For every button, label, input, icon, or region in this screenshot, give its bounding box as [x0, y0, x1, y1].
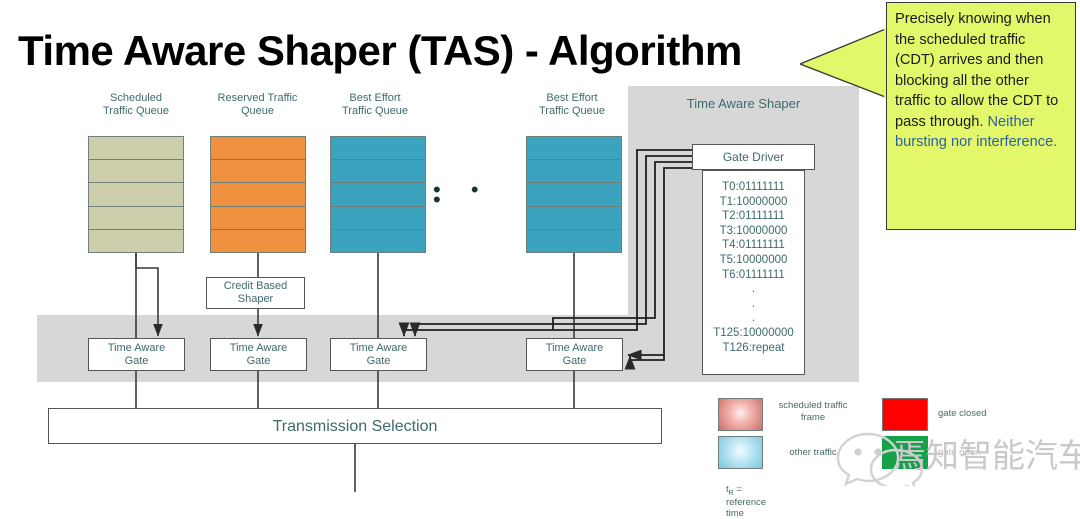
callout-box: Precisely knowing when the scheduled tra…	[886, 2, 1076, 230]
legend-label-scheduled-traffic: scheduled traffic frame	[778, 400, 848, 423]
queue-cell	[89, 183, 183, 207]
time-aware-gate-4[interactable]: Time Aware Gate	[526, 338, 623, 371]
watermark-text: 焉知智能汽车	[893, 436, 1080, 475]
gate-driver-box[interactable]: Gate Driver	[692, 144, 815, 170]
queue-cell	[89, 230, 183, 252]
gate-schedule-list: T0:01111111 T1:10000000 T2:01111111 T3:1…	[702, 170, 805, 375]
queue-cell	[211, 183, 305, 207]
time-aware-gate-1[interactable]: Time Aware Gate	[88, 338, 185, 371]
page-title: Time Aware Shaper (TAS) - Algorithm	[18, 27, 742, 74]
queue-cell	[89, 160, 183, 184]
legend-swatch-other-traffic	[718, 436, 763, 469]
time-aware-gate-3[interactable]: Time Aware Gate	[330, 338, 427, 371]
legend-swatch-scheduled-traffic	[718, 398, 763, 431]
time-aware-gate-2[interactable]: Time Aware Gate	[210, 338, 307, 371]
best-effort-traffic-queue-1[interactable]	[330, 136, 426, 253]
queue-cell	[89, 137, 183, 161]
queue-cell	[331, 207, 425, 230]
callout-tail	[800, 28, 900, 99]
slide-canvas: Time Aware Shaper (TAS) - Algorithm Sche…	[0, 0, 1080, 519]
legend-swatch-gate-closed	[882, 398, 928, 431]
queue-label-3: Best Effort Traffic Queue	[341, 92, 409, 117]
queue-label-1: Scheduled Traffic Queue	[102, 92, 170, 117]
queue-cell	[527, 160, 621, 184]
queue-cell	[211, 160, 305, 184]
queue-cell	[331, 183, 425, 207]
queue-label-4: Best Effort Traffic Queue	[538, 92, 606, 117]
legend-label-other-traffic: other traffic	[789, 447, 837, 458]
scheduled-traffic-queue[interactable]	[88, 136, 184, 253]
queue-label-2: Reserved Traffic Queue	[217, 92, 298, 117]
reserved-traffic-queue[interactable]	[210, 136, 306, 253]
queue-cell	[527, 183, 621, 207]
transmission-selection-box[interactable]: Transmission Selection	[48, 408, 662, 444]
queue-cell	[527, 207, 621, 230]
queue-cell	[331, 137, 425, 161]
callout-black-text: Precisely knowing when the scheduled tra…	[895, 11, 1059, 130]
queue-cell	[527, 230, 621, 252]
queue-cell	[211, 230, 305, 252]
queue-cell	[89, 207, 183, 230]
queue-cell	[527, 137, 621, 161]
queue-cell	[211, 207, 305, 230]
best-effort-traffic-queue-2[interactable]	[526, 136, 622, 253]
queue-cell	[211, 137, 305, 161]
queue-cell	[331, 230, 425, 252]
queue-ellipsis: • • •	[433, 177, 491, 212]
legend-label-gate-closed: gate closed	[938, 408, 987, 419]
legend-reference-time: tR = reference time	[726, 484, 767, 519]
credit-based-shaper-box[interactable]: Credit Based Shaper	[206, 277, 305, 309]
queue-cell	[331, 160, 425, 184]
